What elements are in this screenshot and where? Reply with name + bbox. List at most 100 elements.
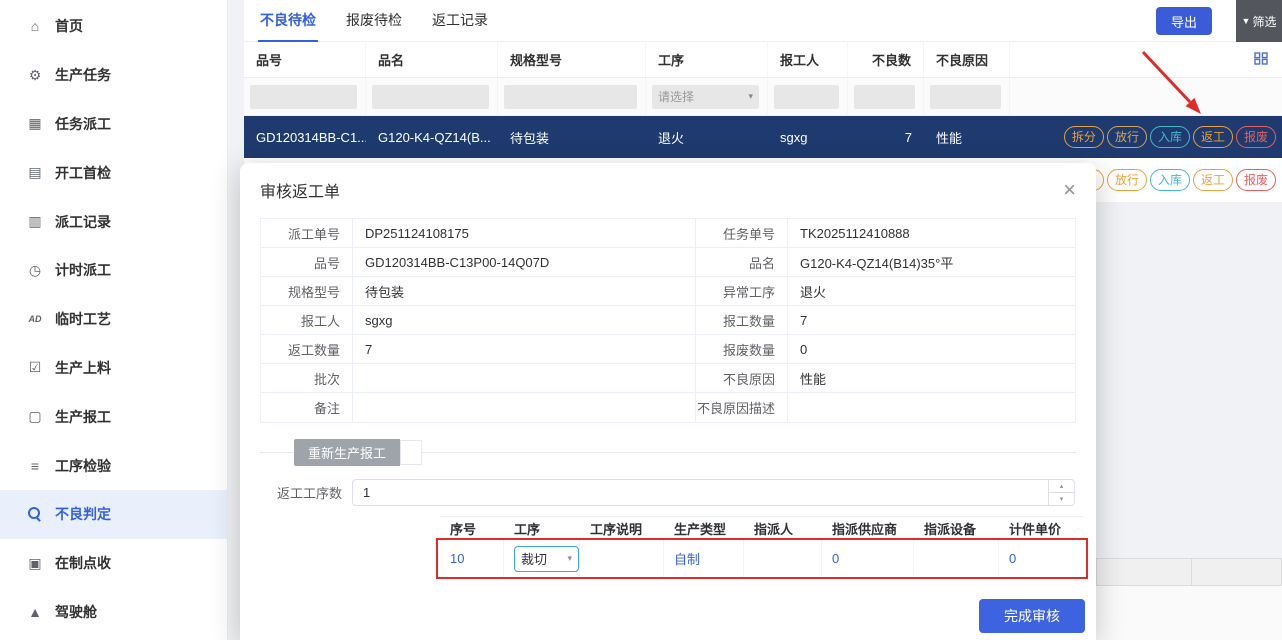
steps-cell-device[interactable]	[914, 540, 999, 577]
info-value: 性能	[788, 364, 1075, 392]
steps-col-piece-price: 计件单价	[999, 517, 1084, 539]
info-row: 派工单号 DP251124108175 任务单号 TK2025112410888	[261, 219, 1075, 248]
sidebar-item-dashboard[interactable]: ▲ 驾驶舱	[0, 588, 227, 637]
steps-cell-piece-price[interactable]: 0	[999, 540, 1084, 577]
table-row-selected[interactable]: GD120314BB-C1... G120-K4-QZ14(B... 待包装 退…	[244, 116, 1282, 158]
col-header-actions	[1010, 42, 1282, 77]
box-icon: ▣	[26, 555, 44, 572]
rework-steps-input[interactable]	[353, 480, 1074, 505]
sidebar-item-task-dispatch[interactable]: ▦ 任务派工	[0, 100, 227, 149]
filter-label: 筛选	[1252, 13, 1276, 30]
sidebar-item-temp-process[interactable]: AD 临时工艺	[0, 295, 227, 344]
complete-review-button[interactable]: 完成审核	[979, 599, 1085, 633]
tab-rework-records[interactable]: 返工记录	[430, 0, 490, 42]
info-label: 返工数量	[261, 335, 353, 363]
info-label: 品号	[261, 248, 353, 276]
sidebar: ⌂ 首页 ⚙ 生产任务 ▦ 任务派工 ▤ 开工首检 ▥ 派工记录 ◷ 计时派工 …	[0, 0, 228, 640]
filter-process-select-value: 请选择	[658, 88, 694, 105]
info-label: 派工单号	[261, 219, 353, 247]
export-button[interactable]: 导出	[1156, 7, 1212, 35]
scrap-button[interactable]: 报废	[1236, 169, 1276, 191]
release-button[interactable]: 放行	[1107, 169, 1147, 191]
filter-spec-input[interactable]	[504, 85, 637, 109]
sidebar-item-label: 首页	[55, 16, 83, 36]
tab-bar: 不良待检 报废待检 返工记录 导出 ▼ 筛选	[244, 0, 1282, 42]
id-card-icon: ▤	[26, 164, 44, 181]
cell-reporter: sgxg	[768, 116, 848, 158]
close-icon[interactable]: ×	[1063, 181, 1076, 199]
section-toggle-button[interactable]	[400, 440, 422, 465]
filter-defect-qty-input[interactable]	[854, 85, 915, 109]
scrap-button[interactable]: 报废	[1236, 126, 1276, 148]
sidebar-item-defect-judgment[interactable]: 不良判定	[0, 490, 227, 539]
steps-cell-assignee[interactable]	[744, 540, 822, 577]
chevron-down-icon: ▾	[748, 91, 753, 102]
filter-defect-reason-input[interactable]	[930, 85, 1001, 109]
steps-data-row[interactable]: 10 裁切 ▾ 自制 0 0	[440, 540, 1084, 578]
cell-spec: 待包装	[498, 116, 646, 158]
info-label: 报废数量	[696, 335, 788, 363]
release-button[interactable]: 放行	[1107, 126, 1147, 148]
sidebar-item-timed-dispatch[interactable]: ◷ 计时派工	[0, 246, 227, 295]
filter-process-select[interactable]: 请选择 ▾	[652, 85, 759, 109]
steps-cell-description[interactable]	[580, 540, 664, 577]
info-value: GD120314BB-C13P00-14Q07D	[353, 248, 696, 276]
info-value	[353, 364, 696, 392]
filter-item-no-input[interactable]	[250, 85, 357, 109]
sidebar-item-label: 临时工艺	[55, 309, 111, 329]
sidebar-item-label: 生产报工	[55, 407, 111, 427]
stepper-up-icon[interactable]: ▴	[1049, 480, 1074, 493]
process-select[interactable]: 裁切 ▾	[514, 546, 579, 572]
filter-item-name-input[interactable]	[372, 85, 489, 109]
modal-title: 审核返工单	[260, 178, 340, 202]
rework-steps-field: 返工工序数 ▴ ▾	[260, 479, 1075, 506]
sidebar-item-home[interactable]: ⌂ 首页	[0, 2, 227, 51]
stepper-spinner: ▴ ▾	[1048, 480, 1074, 505]
stock-in-button[interactable]: 入库	[1150, 126, 1190, 148]
col-header-item-no: 品号	[244, 42, 366, 77]
sidebar-item-label: 任务派工	[55, 114, 111, 134]
rework-steps-label: 返工工序数	[260, 483, 352, 502]
sidebar-item-label: 驾驶舱	[55, 602, 97, 622]
filter-reporter-input[interactable]	[774, 85, 839, 109]
modal-header: 审核返工单 ×	[240, 163, 1096, 210]
chevron-down-icon: ▾	[567, 553, 572, 564]
steps-cell-supplier[interactable]: 0	[822, 540, 914, 577]
sidebar-item-process-inspection[interactable]: ≡ 工序检验	[0, 441, 227, 490]
sidebar-item-dispatch-records[interactable]: ▥ 派工记录	[0, 197, 227, 246]
sidebar-item-label: 开工首检	[55, 163, 111, 183]
filter-button[interactable]: ▼ 筛选	[1236, 0, 1282, 42]
stepper-down-icon[interactable]: ▾	[1049, 493, 1074, 505]
column-settings-icon[interactable]	[1254, 52, 1268, 68]
modal-footer: 完成审核	[240, 599, 1096, 640]
info-value: TK2025112410888	[788, 219, 1075, 247]
sidebar-item-first-inspection[interactable]: ▤ 开工首检	[0, 148, 227, 197]
info-value: G120-K4-QZ14(B14)35°平	[788, 248, 1075, 276]
sidebar-item-label: 计时派工	[55, 260, 111, 280]
info-value: 0	[788, 335, 1075, 363]
tab-scrap-pending[interactable]: 报废待检	[344, 0, 404, 42]
stock-in-button[interactable]: 入库	[1150, 169, 1190, 191]
info-value: DP251124108175	[353, 219, 696, 247]
tab-defect-pending[interactable]: 不良待检	[258, 0, 318, 42]
rework-button[interactable]: 返工	[1193, 169, 1233, 191]
review-rework-modal: 审核返工单 × 派工单号 DP251124108175 任务单号 TK20251…	[240, 163, 1096, 640]
sidebar-item-label: 生产任务	[55, 65, 111, 85]
check-square-icon: ☑	[26, 359, 44, 376]
info-label: 报工人	[261, 306, 353, 334]
sidebar-item-label: 生产上料	[55, 358, 111, 378]
sidebar-item-wip-receipt[interactable]: ▣ 在制点收	[0, 539, 227, 588]
section-divider: 重新生产报工	[260, 439, 1076, 466]
gear-icon: ⚙	[26, 67, 44, 84]
list-icon: ≡	[26, 458, 44, 474]
sidebar-item-production-reporting[interactable]: ▢ 生产报工	[0, 392, 227, 441]
steps-cell-prod-type[interactable]: 自制	[664, 540, 744, 577]
sidebar-item-production-tasks[interactable]: ⚙ 生产任务	[0, 51, 227, 100]
rework-button[interactable]: 返工	[1193, 126, 1233, 148]
steps-col-supplier: 指派供应商	[822, 517, 914, 539]
steps-col-seq: 序号	[440, 517, 504, 539]
split-button[interactable]: 拆分	[1064, 126, 1104, 148]
sidebar-item-production-feeding[interactable]: ☑ 生产上料	[0, 344, 227, 393]
divider-line	[260, 452, 294, 453]
funnel-icon: ▼	[1242, 16, 1251, 26]
